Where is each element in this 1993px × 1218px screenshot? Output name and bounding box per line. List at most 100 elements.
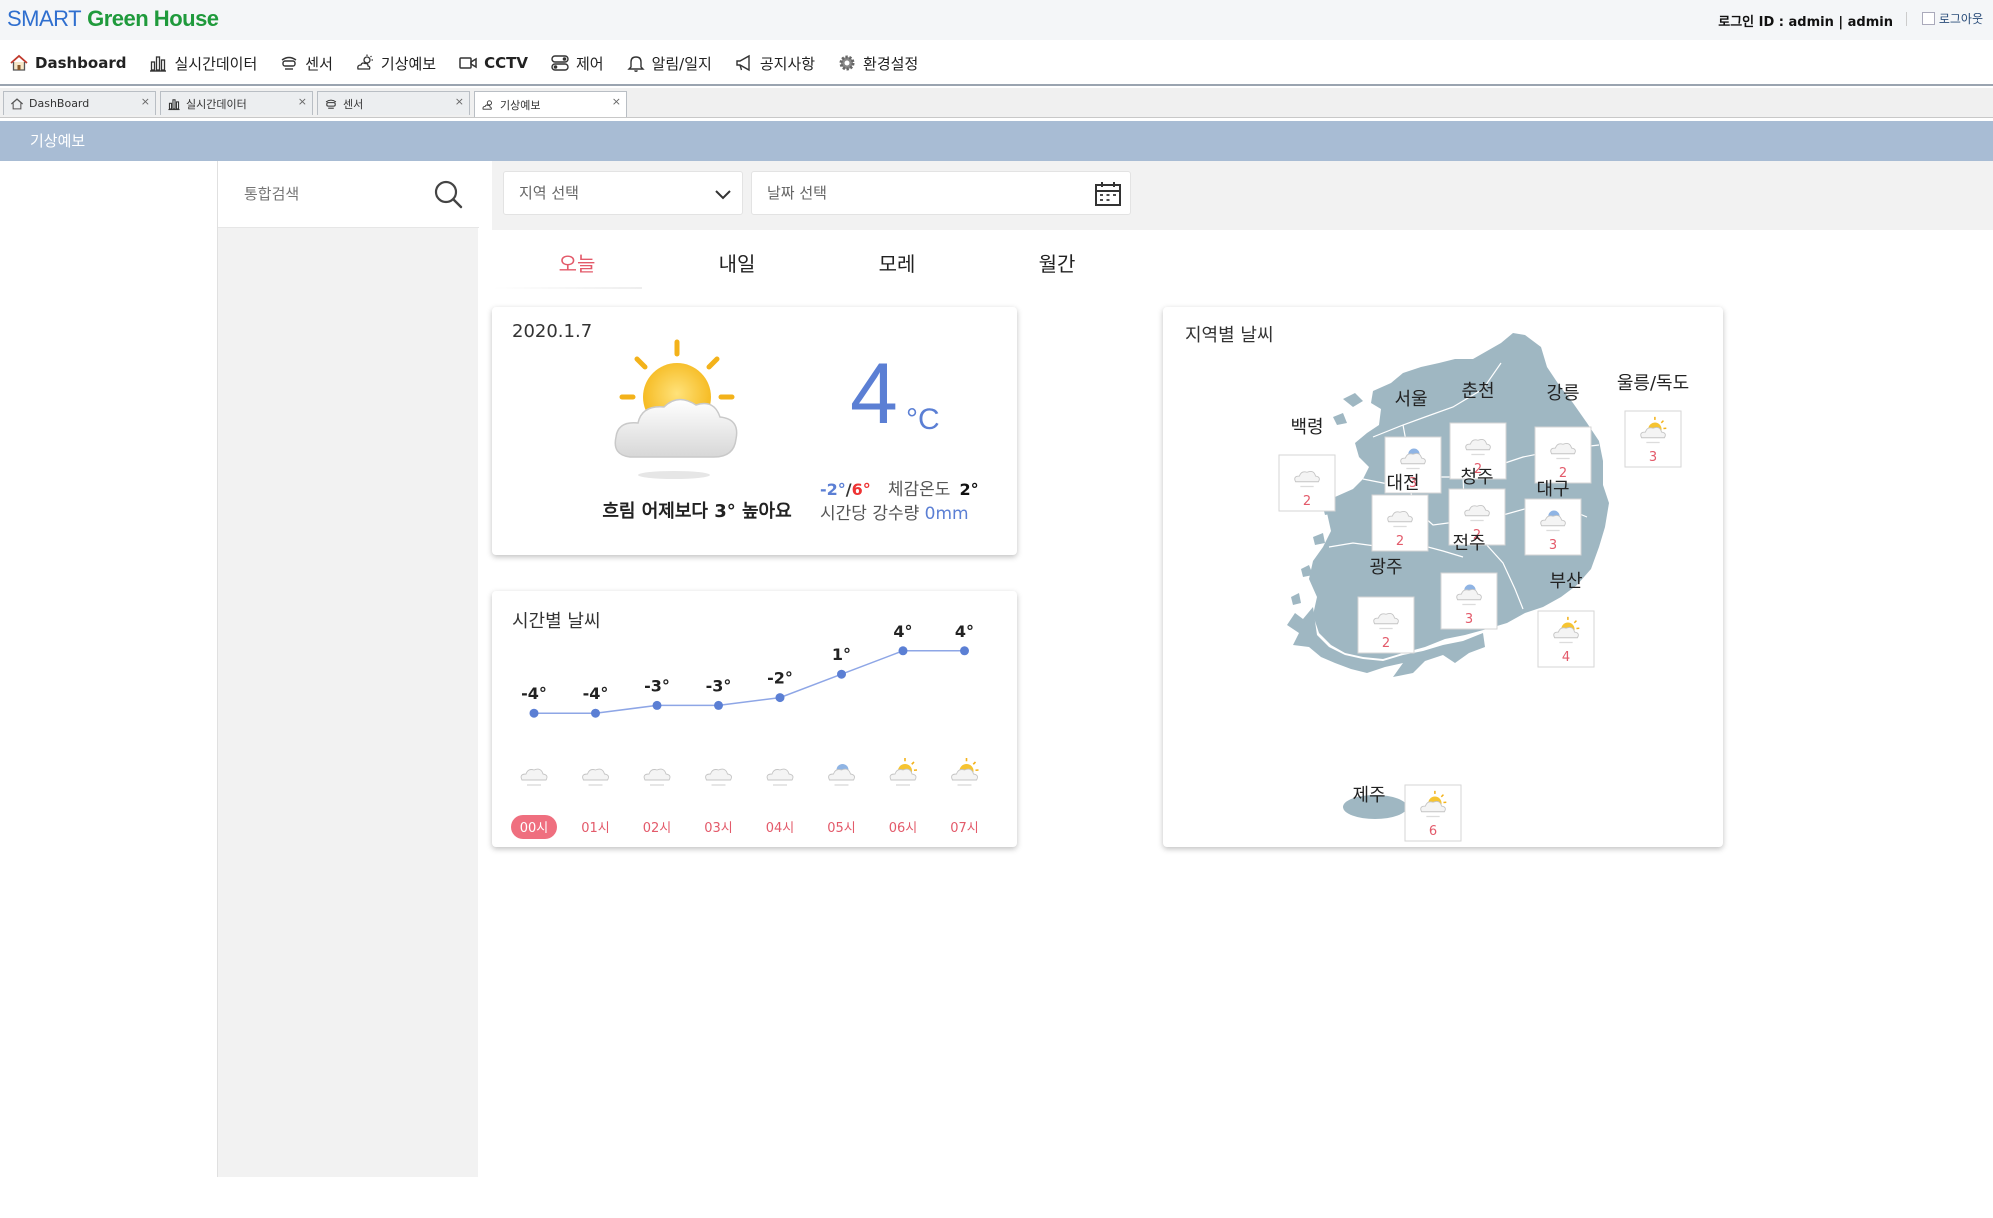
bell-icon: [626, 56, 645, 72]
menu-item-control[interactable]: 제어: [550, 53, 604, 74]
tab-sensor[interactable]: 센서 ×: [317, 91, 470, 115]
region-weather-울릉/독도[interactable]: 3 울릉/독도: [1617, 373, 1689, 468]
tab-label: DashBoard: [29, 97, 90, 110]
temperature-label: 1°: [832, 645, 851, 664]
menu-label: 알림/일지: [651, 54, 712, 73]
bar-chart-icon: [168, 98, 180, 110]
tab-day-after-tomorrow[interactable]: 모레: [837, 248, 957, 277]
tab-underline: [492, 287, 642, 289]
tab-close-icon[interactable]: ×: [455, 95, 464, 108]
region-name: 백령: [1290, 417, 1323, 438]
logo-green-house: Green House: [87, 6, 219, 31]
calendar-icon[interactable]: [1094, 181, 1122, 207]
weather-icon: [482, 99, 492, 110]
feels-like-label: 체감온도: [887, 480, 951, 500]
tab-close-icon[interactable]: ×: [298, 95, 307, 108]
temperature-label: -3°: [706, 676, 732, 695]
region-select-placeholder: 지역 선택: [519, 184, 579, 202]
temperature-point: [898, 646, 908, 656]
menu-item-weather-forecast[interactable]: 기상예보: [355, 53, 436, 74]
hourly-weather-card: 시간별 날씨 -4° 00시 -4° 01시 -3° 02시 -3° 03시 -2° 04시 1° 0…: [492, 591, 1017, 847]
today-weather-card: 2020.1.7 흐림 어제보다 3° 높아요 4 °C -2°/6° 체감온도…: [492, 307, 1017, 555]
hourly-temperature-chart: -4° 00시 -4° 01시 -3° 02시 -3° 03시 -2° 04시 1° 05시 4° 06시…: [511, 622, 979, 839]
region-name: 춘천: [1461, 381, 1494, 402]
current-temperature: 4: [850, 346, 898, 442]
tab-strip: DashBoard × 실시간데이터 × 센서 × 기상예보 ×: [0, 88, 1993, 118]
region-value: 6: [1429, 824, 1437, 839]
region-select[interactable]: 지역 선택: [503, 171, 743, 215]
cloud-icon: [643, 768, 671, 786]
temperature-point: [714, 700, 723, 710]
tab-tomorrow[interactable]: 내일: [677, 248, 797, 277]
logout-button[interactable]: 로그아웃: [1921, 10, 1983, 27]
tab-dashboard[interactable]: DashBoard ×: [3, 91, 156, 115]
menu-label: Dashboard: [35, 54, 127, 72]
tab-weather-forecast[interactable]: 기상예보 ×: [474, 91, 627, 117]
main-menu-bar: Dashboard 실시간데이터 센서 기상예보 CCTV 제어 알림/일지 공…: [0, 40, 1993, 86]
cloud-icon: [582, 768, 609, 786]
region-weather-백령[interactable]: 2 백령: [1278, 417, 1336, 512]
cloud-icon: [520, 768, 548, 786]
region-value: 3: [1549, 538, 1557, 553]
sensor-icon: [281, 56, 297, 70]
tab-label: 센서: [343, 97, 364, 111]
search-input[interactable]: [244, 181, 424, 207]
hour-label[interactable]: 03시: [704, 821, 733, 836]
menu-label: 제어: [575, 54, 604, 73]
hour-label[interactable]: 04시: [766, 821, 795, 836]
partly-sunny-icon: [614, 339, 738, 479]
date-picker[interactable]: 날짜 선택: [751, 171, 1131, 215]
region-name: 부산: [1549, 571, 1582, 592]
today-date: 2020.1.7: [512, 321, 593, 342]
hour-label[interactable]: 00시: [520, 821, 549, 836]
menu-label: 환경설정: [863, 54, 919, 73]
top-header: SMART Green House 로그인 ID : admin | admin …: [0, 0, 1993, 40]
tab-close-icon[interactable]: ×: [612, 95, 621, 108]
temperature-point: [837, 669, 846, 679]
home-icon: [10, 97, 24, 109]
region-name: 울릉/독도: [1617, 373, 1689, 394]
temperature-label: -4°: [583, 684, 609, 703]
cloud-icon: [705, 768, 732, 786]
sensor-icon: [325, 99, 337, 109]
hour-label[interactable]: 07시: [950, 821, 979, 836]
menu-item-realtime-data[interactable]: 실시간데이터: [148, 53, 257, 74]
menu-item-settings[interactable]: 환경설정: [837, 53, 918, 74]
tab-monthly[interactable]: 월간: [997, 248, 1117, 277]
menu-item-notices[interactable]: 공지사항: [734, 53, 815, 74]
menu-item-alerts-log[interactable]: 알림/일지: [626, 53, 712, 74]
regional-weather-card: 3 서울 2 춘천 2 강릉 3 울릉/독도 2 백령 2 대전 2 청주 3 대구 3 전주 2 광주 4 부산 6 제주 …: [1163, 307, 1723, 847]
app-logo[interactable]: SMART Green House: [7, 6, 219, 32]
logout-checkbox-icon: [1921, 12, 1935, 25]
hour-label[interactable]: 05시: [827, 821, 856, 836]
region-value: 2: [1382, 636, 1390, 651]
temperature-point: [591, 708, 600, 718]
menu-item-cctv[interactable]: CCTV: [458, 53, 528, 73]
filter-bar: 지역 선택 날짜 선택: [492, 161, 1993, 230]
hour-label[interactable]: 06시: [889, 821, 918, 836]
hour-label[interactable]: 01시: [581, 821, 610, 836]
precipitation-value: 0mm: [924, 504, 969, 524]
day-tabs: 오늘 내일 모레 월간: [492, 230, 1075, 290]
search-icon[interactable]: [433, 179, 463, 209]
tab-close-icon[interactable]: ×: [141, 95, 150, 108]
temperature-line: [534, 650, 965, 714]
partly-sunny-icon: [889, 758, 918, 786]
min-temperature: -2°: [820, 480, 846, 499]
logout-label: 로그아웃: [1938, 12, 1983, 26]
region-name: 광주: [1369, 557, 1402, 578]
region-value: 3: [1465, 612, 1473, 627]
tab-realtime-data[interactable]: 실시간데이터 ×: [160, 91, 313, 115]
temperature-point: [960, 646, 969, 656]
menu-item-sensor[interactable]: 센서: [279, 53, 333, 74]
temperature-label: -2°: [767, 669, 793, 688]
tab-today[interactable]: 오늘: [517, 248, 637, 277]
temperature-label: -4°: [521, 684, 547, 703]
temperature-label: 4°: [893, 622, 912, 641]
home-icon: [10, 54, 28, 71]
menu-item-dashboard[interactable]: Dashboard: [9, 53, 126, 73]
hour-label[interactable]: 02시: [643, 821, 672, 836]
cloud-icon: [766, 768, 794, 786]
region-name: 청주: [1460, 467, 1493, 488]
temperature-point: [652, 700, 662, 710]
